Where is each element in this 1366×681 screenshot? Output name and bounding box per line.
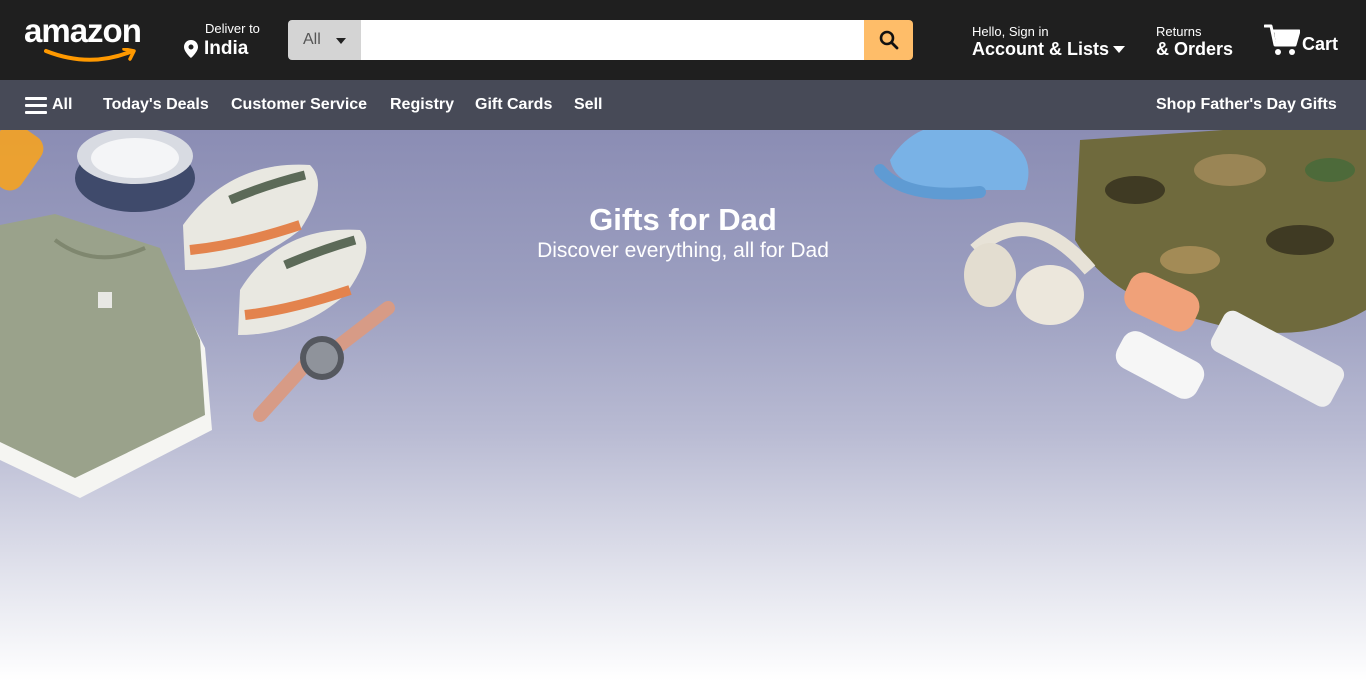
all-menu-button[interactable]: All [52, 96, 72, 114]
deliver-label: Deliver to [205, 21, 260, 36]
subnav-bar: All Today's Deals Customer Service Regis… [0, 80, 1366, 130]
search-category-dropdown[interactable]: All [288, 20, 361, 60]
chevron-down-icon [1113, 45, 1126, 53]
cart-icon [1264, 24, 1300, 55]
subnav-promo-link[interactable]: Shop Father's Day Gifts [1156, 96, 1337, 114]
subnav-item-gift-cards[interactable]: Gift Cards [475, 96, 552, 114]
search-icon [879, 30, 898, 50]
cart-button[interactable]: Cart [1264, 22, 1338, 58]
account-greeting: Hello, Sign in [972, 24, 1049, 39]
hamburger-icon[interactable] [25, 97, 47, 114]
account-label: Account & Lists [972, 39, 1110, 59]
subnav-item-sell[interactable]: Sell [574, 96, 602, 114]
cart-label: Cart [1302, 33, 1339, 54]
amazon-logo[interactable]: amazon [24, 12, 156, 64]
pin-icon [184, 40, 198, 58]
logo-smile-icon [44, 48, 136, 62]
baseball-cap [874, 130, 1029, 200]
search-button[interactable] [864, 20, 913, 60]
header-main: amazon Deliver to India All Hello, Sign … [0, 0, 1366, 80]
dog-bowl [75, 130, 195, 212]
deliver-to-location[interactable]: Deliver to India [184, 21, 274, 61]
orders-label: & Orders [1156, 39, 1234, 59]
subnav-item-registry[interactable]: Registry [390, 96, 454, 114]
returns-label: Returns [1156, 24, 1202, 39]
search-category-label: All [303, 31, 321, 48]
hero-banner[interactable]: Gifts for Dad Discover everything, all f… [0, 130, 1366, 681]
subnav-item-todays-deals[interactable]: Today's Deals [103, 96, 209, 114]
hero-subtitle: Discover everything, all for Dad [537, 239, 829, 262]
subnav-item-customer-service[interactable]: Customer Service [231, 96, 367, 114]
water-bottle [0, 130, 44, 191]
returns-orders-link[interactable]: Returns & Orders [1156, 24, 1233, 58]
account-lists-menu[interactable]: Hello, Sign in Account & Lists [972, 24, 1126, 59]
logo-wordmark: amazon [24, 12, 142, 49]
chevron-down-icon [336, 38, 346, 44]
search-bar: All [288, 20, 913, 60]
hero-title: Gifts for Dad [589, 202, 777, 237]
deliver-location: India [204, 38, 249, 59]
search-input[interactable] [361, 20, 864, 60]
